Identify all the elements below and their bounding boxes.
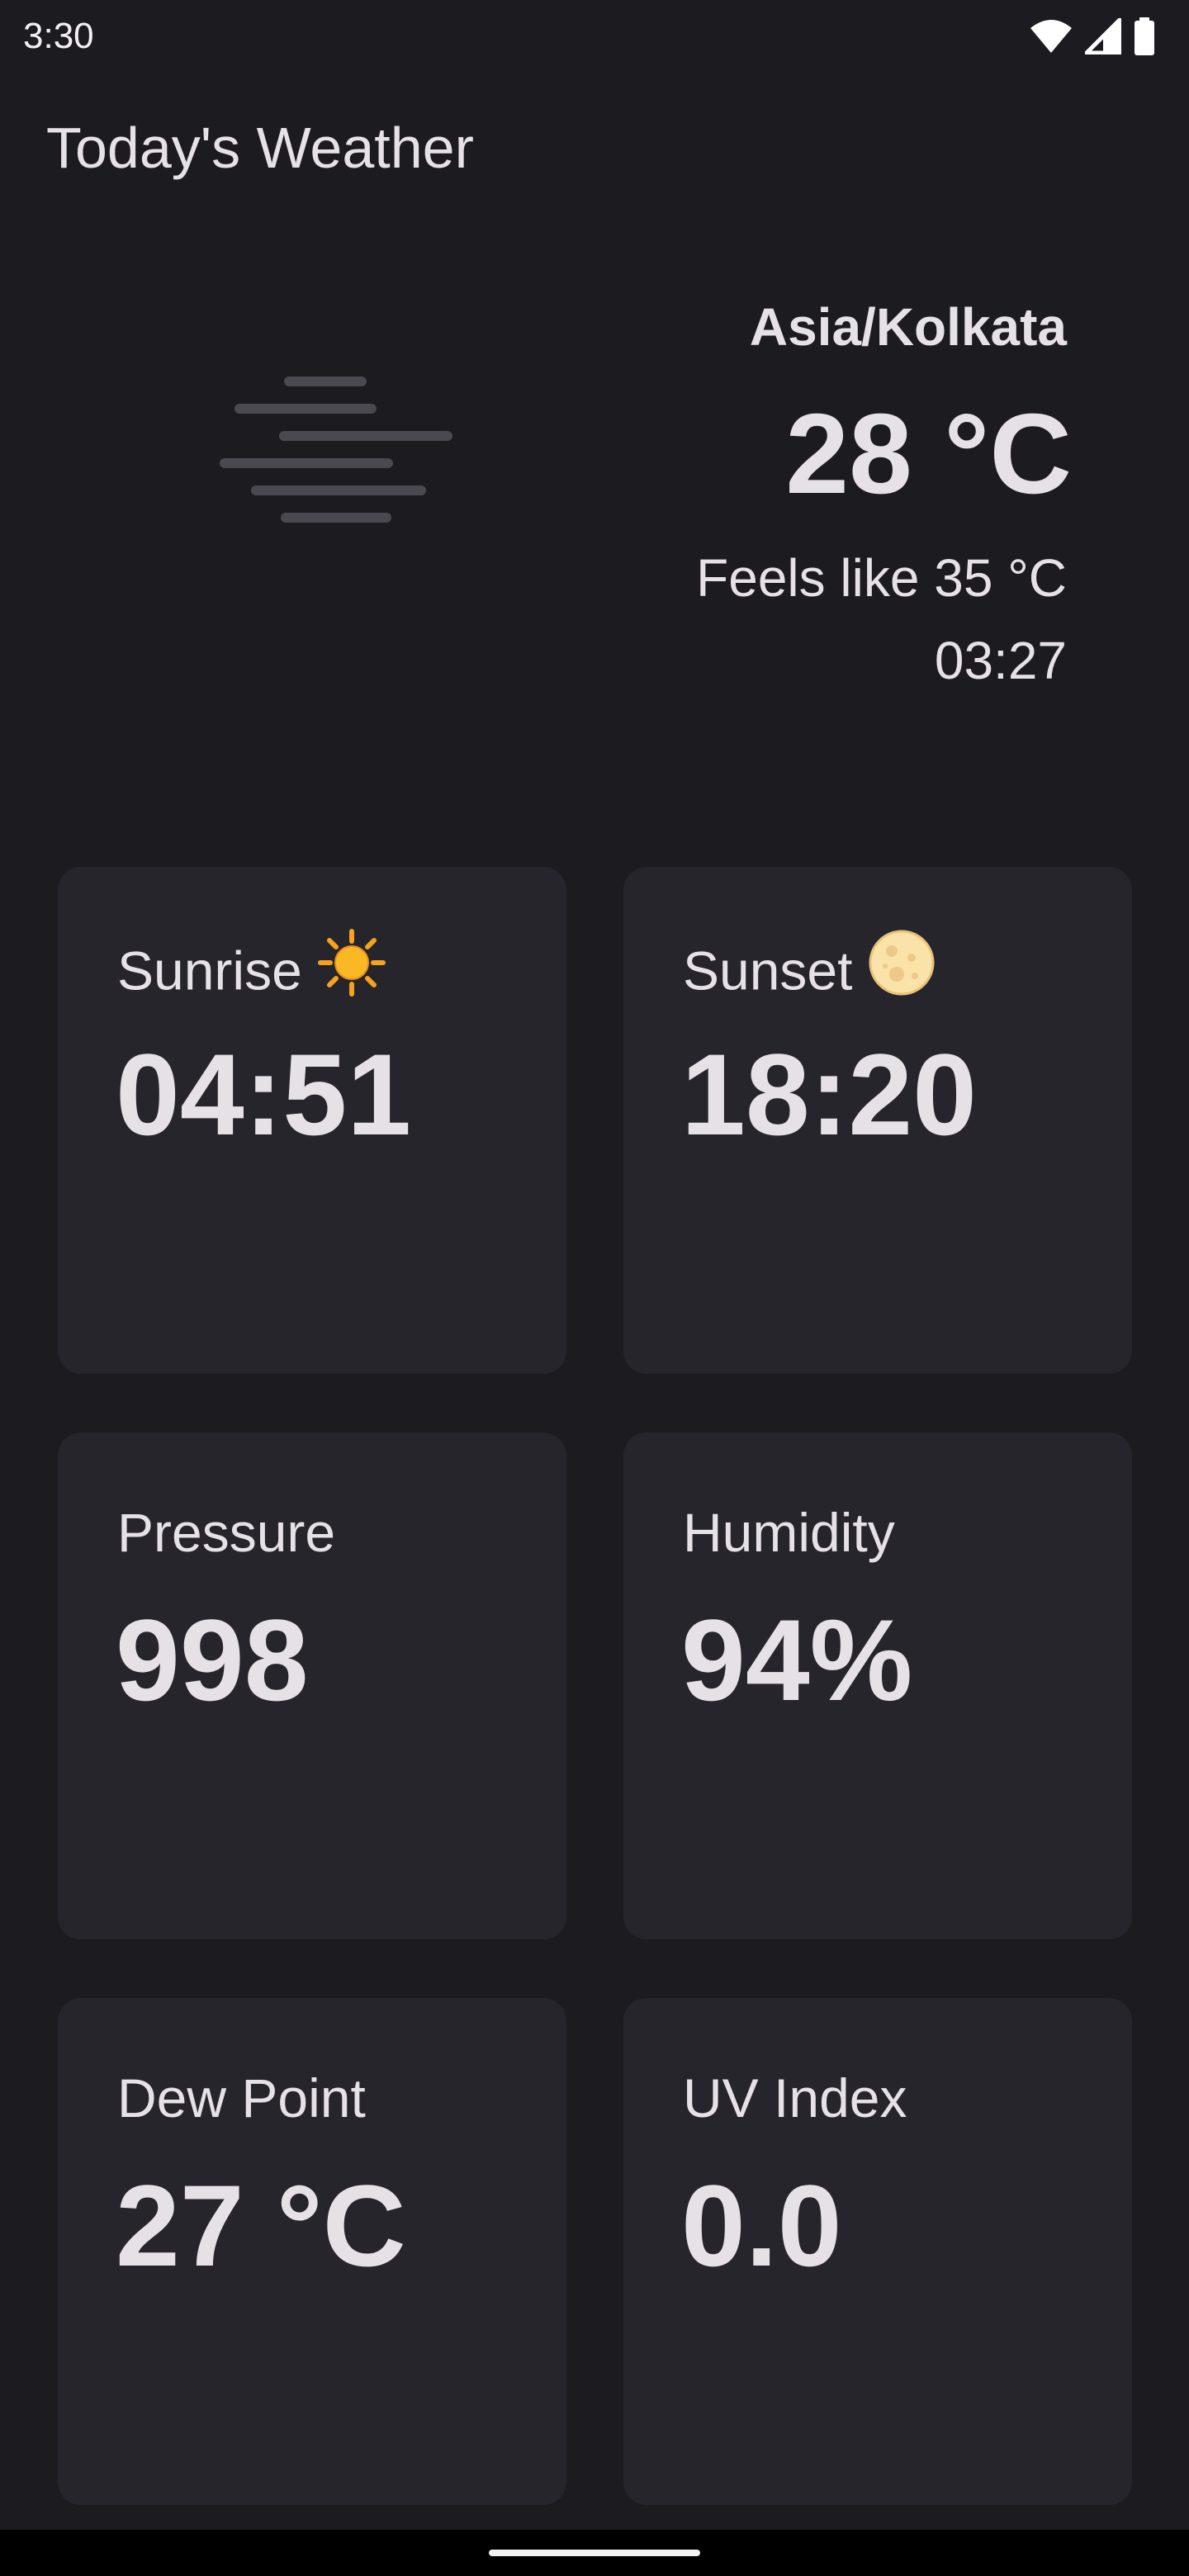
weather-screen: 3:30 Today's Weather Asia/Kolkata 28 °C … bbox=[0, 0, 1189, 2576]
feels-like-temperature: Feels like 35 °C bbox=[696, 548, 1067, 608]
location-name: Asia/Kolkata bbox=[749, 297, 1067, 357]
status-icons bbox=[1029, 17, 1156, 56]
uv-index-label: UV Index bbox=[683, 2067, 907, 2129]
humidity-value: 94% bbox=[681, 1595, 913, 1725]
sunrise-label-row: Sunrise bbox=[117, 929, 386, 1017]
battery-icon bbox=[1133, 17, 1156, 55]
dew-point-label: Dew Point bbox=[117, 2067, 366, 2129]
status-bar: 3:30 bbox=[0, 0, 1189, 73]
sun-icon bbox=[317, 928, 386, 1012]
uv-index-value: 0.0 bbox=[681, 2161, 842, 2290]
wifi-icon bbox=[1029, 18, 1073, 54]
sunrise-label: Sunrise bbox=[117, 940, 302, 1002]
dew-point-value: 27 °C bbox=[116, 2161, 406, 2290]
sunset-value: 18:20 bbox=[681, 1030, 978, 1159]
navigation-bar bbox=[0, 2530, 1189, 2576]
dew-point-card: Dew Point 27 °C bbox=[58, 1998, 566, 2505]
fog-icon bbox=[215, 372, 462, 528]
full-moon-icon bbox=[867, 928, 936, 1012]
sunset-label-row: Sunset bbox=[683, 930, 936, 1017]
humidity-label: Humidity bbox=[683, 1502, 895, 1563]
sunset-label: Sunset bbox=[683, 940, 853, 1002]
sunrise-card: Sunrise 04:51 bbox=[58, 867, 566, 1374]
current-temperature: 28 °C bbox=[785, 391, 1072, 518]
page-title: Today's Weather bbox=[46, 116, 474, 180]
home-gesture-handle[interactable] bbox=[489, 2550, 700, 2556]
status-time: 3:30 bbox=[23, 16, 94, 56]
sunrise-value: 04:51 bbox=[116, 1030, 412, 1159]
humidity-card: Humidity 94% bbox=[623, 1432, 1132, 1939]
sunset-card: Sunset 18:20 bbox=[623, 867, 1132, 1374]
pressure-card: Pressure 998 bbox=[58, 1432, 566, 1939]
pressure-label: Pressure bbox=[117, 1502, 336, 1563]
pressure-value: 998 bbox=[116, 1595, 309, 1725]
uv-index-card: UV Index 0.0 bbox=[623, 1998, 1132, 2505]
cellular-signal-icon bbox=[1085, 18, 1121, 54]
local-time: 03:27 bbox=[934, 631, 1067, 690]
